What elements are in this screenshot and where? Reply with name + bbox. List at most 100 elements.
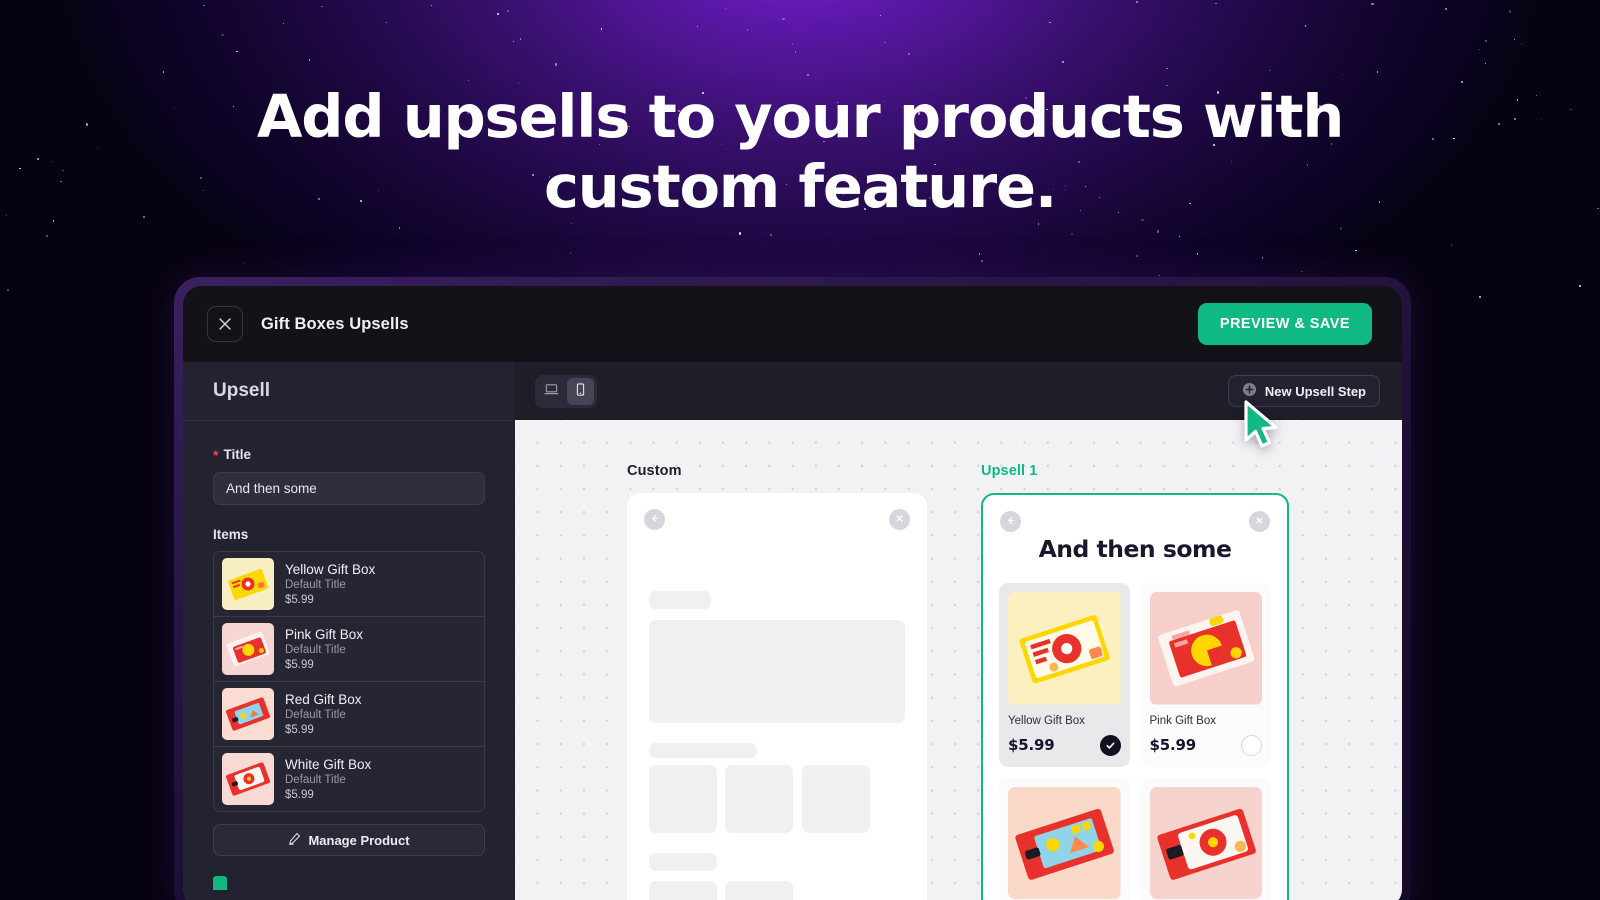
skeleton-block <box>649 881 717 900</box>
list-item-price: $5.99 <box>285 658 314 671</box>
star <box>1269 69 1271 72</box>
canvas-toolbar: New Upsell Step <box>515 362 1402 420</box>
product-thumbnail <box>222 623 274 675</box>
upsell-preview-title: And then some <box>1038 535 1232 563</box>
product-price: $5.99 <box>1149 736 1197 754</box>
canvas-step-custom[interactable]: Custom <box>627 463 927 900</box>
product-price: $5.99 <box>1008 736 1055 754</box>
list-item-variant: Default Title <box>285 773 346 786</box>
title-input[interactable] <box>213 472 485 505</box>
star <box>1049 21 1051 24</box>
list-item-text: Yellow Gift Box Default Title $5.99 <box>285 561 375 608</box>
device-toggle-desktop[interactable] <box>538 378 565 405</box>
skeleton-block <box>649 591 711 609</box>
skeleton-block <box>725 765 793 833</box>
product-image <box>1149 592 1262 705</box>
laptop-icon <box>544 382 559 400</box>
star <box>1445 8 1447 10</box>
close-button[interactable] <box>207 306 243 342</box>
preview-close-button[interactable] <box>889 509 910 530</box>
app-window: Gift Boxes Upsells PREVIEW & SAVE Upsell… <box>183 286 1402 900</box>
sidebar-content: * Title Items Yellow Gift Box <box>183 420 515 900</box>
star <box>1166 67 1168 69</box>
star <box>1478 48 1480 51</box>
star <box>981 259 984 263</box>
required-marker: * <box>213 446 219 463</box>
star <box>770 233 773 237</box>
star <box>512 40 515 43</box>
star <box>1157 230 1160 233</box>
upsell-product-card[interactable]: Yellow Gift Box $5.99 <box>999 583 1130 767</box>
skeleton-block <box>649 853 717 871</box>
star <box>1450 244 1453 246</box>
preview-back-button[interactable] <box>1000 511 1021 532</box>
mobile-icon <box>573 382 588 400</box>
product-name: Pink Gift Box <box>1149 714 1216 727</box>
star <box>1484 62 1486 65</box>
sidebar-heading: Upsell <box>183 362 515 420</box>
star <box>807 73 810 77</box>
star <box>746 29 749 31</box>
list-item[interactable]: White Gift Box Default Title $5.99 <box>214 747 484 811</box>
star <box>555 63 558 66</box>
star <box>738 232 741 235</box>
star <box>908 52 911 55</box>
upsell-product-card[interactable]: Pink Gift Box $5.99 <box>1140 583 1271 767</box>
upsell-product-card[interactable]: Red Gift Box $5.99 <box>999 777 1130 900</box>
close-circle-icon <box>894 511 905 529</box>
list-item-name: Pink Gift Box <box>285 626 364 642</box>
star <box>1038 223 1040 225</box>
arrow-left-icon <box>1005 513 1016 531</box>
star <box>1355 249 1357 252</box>
canvas-workspace[interactable]: Custom Upsell 1 And then some Yellow Gif… <box>515 420 1402 900</box>
star <box>385 21 388 24</box>
page-title: Add upsells to your products with custom… <box>256 82 1345 221</box>
product-image <box>1149 786 1262 899</box>
manage-product-button[interactable]: Manage Product <box>213 824 485 856</box>
canvas-panel: New Upsell Step Custom Upsell 1 And then… <box>515 362 1402 900</box>
preview-close-button[interactable] <box>1249 511 1270 532</box>
items-list: Yellow Gift Box Default Title $5.99 Pink… <box>213 551 485 812</box>
upsell-product-grid: Yellow Gift Box $5.99 Pink Gift Box $5.9… <box>983 583 1287 900</box>
list-item-price: $5.99 <box>285 723 314 736</box>
list-item[interactable]: Yellow Gift Box Default Title $5.99 <box>214 552 484 617</box>
close-icon <box>218 317 232 331</box>
list-item-text: Red Gift Box Default Title $5.99 <box>285 691 362 738</box>
skeleton-block <box>802 765 870 833</box>
star <box>600 28 603 30</box>
list-item-variant: Default Title <box>285 578 346 591</box>
preview-back-button[interactable] <box>644 509 665 530</box>
star <box>1479 296 1481 298</box>
star <box>1215 2 1217 5</box>
preview-and-save-button[interactable]: PREVIEW & SAVE <box>1197 303 1372 345</box>
list-item[interactable]: Red Gift Box Default Title $5.99 <box>214 682 484 747</box>
product-footer: $5.99 <box>1149 734 1262 756</box>
list-item-text: White Gift Box Default Title $5.99 <box>285 756 371 803</box>
device-toggle-mobile[interactable] <box>567 377 594 405</box>
list-item-name: Red Gift Box <box>285 691 362 707</box>
new-upsell-step-button[interactable]: New Upsell Step <box>1227 375 1380 407</box>
device-bezel: Gift Boxes Upsells PREVIEW & SAVE Upsell… <box>174 277 1411 900</box>
star <box>1071 232 1074 235</box>
product-select-radio[interactable] <box>1241 734 1262 756</box>
star <box>203 4 205 7</box>
star <box>1520 43 1522 46</box>
star <box>696 25 699 28</box>
canvas-step-upsell-1[interactable]: Upsell 1 And then some Yellow Gift Box $… <box>981 463 1289 900</box>
title-field-label: * Title <box>213 447 485 462</box>
star <box>1371 2 1374 6</box>
step-label: Custom <box>627 463 682 479</box>
product-thumbnail <box>222 688 274 740</box>
list-item[interactable]: Pink Gift Box Default Title $5.99 <box>214 617 484 682</box>
star <box>1178 236 1180 238</box>
step-preview-card[interactable] <box>627 493 927 900</box>
step-preview-card[interactable]: And then some Yellow Gift Box $5.99 Pink… <box>981 493 1289 900</box>
product-select-radio[interactable] <box>1099 734 1121 756</box>
star <box>430 5 433 7</box>
star <box>467 79 470 82</box>
star <box>1579 285 1581 287</box>
step-label: Upsell 1 <box>981 463 1038 479</box>
upsell-product-card[interactable]: White Gift Box $5.99 <box>1140 777 1271 900</box>
star <box>879 14 882 17</box>
list-item-name: Yellow Gift Box <box>285 561 376 577</box>
